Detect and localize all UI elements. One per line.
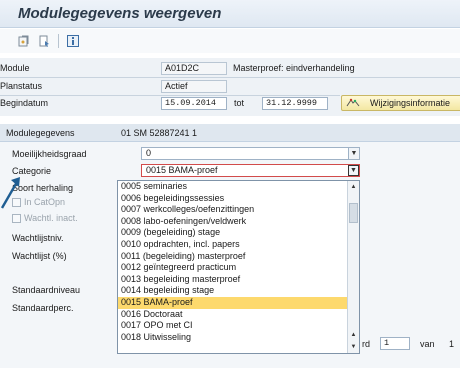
moeilijkheidsgraad-select[interactable]: 0 ▼	[141, 147, 360, 160]
wachtlijst-pct-label: Wachtlijst (%)	[12, 251, 67, 261]
dropdown-option[interactable]: 0011 (begeleiding) masterproef	[118, 251, 348, 263]
dropdown-option[interactable]: 0018 Uitwisseling	[118, 332, 348, 344]
begindatum-field[interactable]: 15.09.2014	[161, 97, 227, 110]
record-label: rd	[362, 339, 371, 349]
pointer-arrow-icon	[0, 177, 20, 209]
record-field[interactable]: 1	[380, 337, 410, 350]
info-icon[interactable]	[66, 34, 80, 48]
dropdown-option[interactable]: 0014 begeleiding stage	[118, 285, 348, 297]
dropdown-option[interactable]: 0008 labo-oefeningen/veldwerk	[118, 216, 348, 228]
planstatus-label: Planstatus	[0, 81, 43, 91]
chevron-down-icon[interactable]: ▼	[348, 148, 359, 159]
tot-label: tot	[234, 98, 245, 108]
dropdown-option[interactable]: 0009 (begeleiding) stage	[118, 227, 348, 239]
dropdown-option[interactable]: 0007 werkcolleges/oefenzittingen	[118, 204, 348, 216]
dropdown-option[interactable]: 0010 opdrachten, incl. papers	[118, 239, 348, 251]
display-icon[interactable]	[17, 34, 31, 48]
categorie-value: 0015 BAMA-proef	[146, 165, 218, 175]
chevron-down-icon[interactable]: ▼	[348, 165, 359, 176]
wachtlijstniv-label: Wachtlijstniv.	[12, 233, 64, 243]
planstatus-field: Actief	[161, 80, 227, 93]
standaardperc-label: Standaardperc.	[12, 303, 74, 313]
scrollbar[interactable]: ▲ ▲ ▼	[347, 181, 359, 353]
toolbar-separator	[58, 34, 59, 48]
scroll-up-icon[interactable]: ▲	[348, 181, 359, 192]
wachtl-inact-checkbox[interactable]	[12, 214, 21, 223]
wachtl-inact-label: Wachtl. inact.	[24, 213, 78, 223]
moeilijkheidsgraad-value: 0	[146, 148, 152, 158]
dropdown-option[interactable]: 0017 OPO met CI	[118, 320, 348, 332]
dropdown-option[interactable]: 0015 BAMA-proef	[118, 296, 348, 309]
title-bar: Modulegegevens weergeven	[0, 0, 460, 28]
page-title: Modulegegevens weergeven	[18, 5, 222, 22]
van-label: van	[420, 339, 435, 349]
dropdown-option[interactable]: 0005 seminaries	[118, 181, 348, 193]
dropdown-option[interactable]: 0016 Doctoraat	[118, 309, 348, 321]
dropdown-option[interactable]: 0006 begeleidingssessies	[118, 193, 348, 205]
standaardniveau-label: Standaardniveau	[12, 285, 81, 295]
module-label: Module	[0, 63, 30, 73]
change-info-icon	[346, 98, 360, 108]
dropdown-option[interactable]: 0013 begeleiding masterproef	[118, 274, 348, 286]
moeilijkheidsgraad-label: Moeilijkheidsgraad	[12, 149, 87, 159]
begindatum-label: Begindatum	[0, 98, 49, 108]
section-title: Modulegegevens	[6, 128, 75, 138]
options-container: 0005 seminaries 0006 begeleidingssessies 0…	[118, 181, 359, 343]
scroll-down-icon[interactable]: ▼	[348, 341, 359, 352]
module-field: A01D2C	[161, 62, 227, 75]
in-catopn-label: In CatOpn	[24, 197, 66, 207]
einddatum-field[interactable]: 31.12.9999	[262, 97, 328, 110]
van-value: 1	[449, 339, 455, 349]
categorie-label: Categorie	[12, 166, 52, 176]
wijzigingsinformatie-label: Wijzigingsinformatie	[370, 98, 451, 108]
row-divider	[0, 95, 340, 96]
module-description: Masterproef: eindverhandeling	[233, 63, 355, 73]
wijzigingsinformatie-button[interactable]: Wijzigingsinformatie	[341, 95, 460, 111]
section-id: 01 SM 52887241 1	[121, 128, 198, 138]
categorie-select[interactable]: 0015 BAMA-proef ▼	[141, 164, 360, 177]
row-divider	[0, 77, 460, 78]
toolbar	[0, 29, 460, 53]
dropdown-option[interactable]: 0012 geïntegreerd practicum	[118, 262, 348, 274]
page-icon[interactable]	[37, 34, 51, 48]
scroll-up-icon[interactable]: ▲	[348, 329, 359, 340]
scroll-thumb[interactable]	[349, 203, 358, 223]
categorie-dropdown-list[interactable]: 0005 seminaries 0006 begeleidingssessies 0…	[117, 180, 360, 354]
